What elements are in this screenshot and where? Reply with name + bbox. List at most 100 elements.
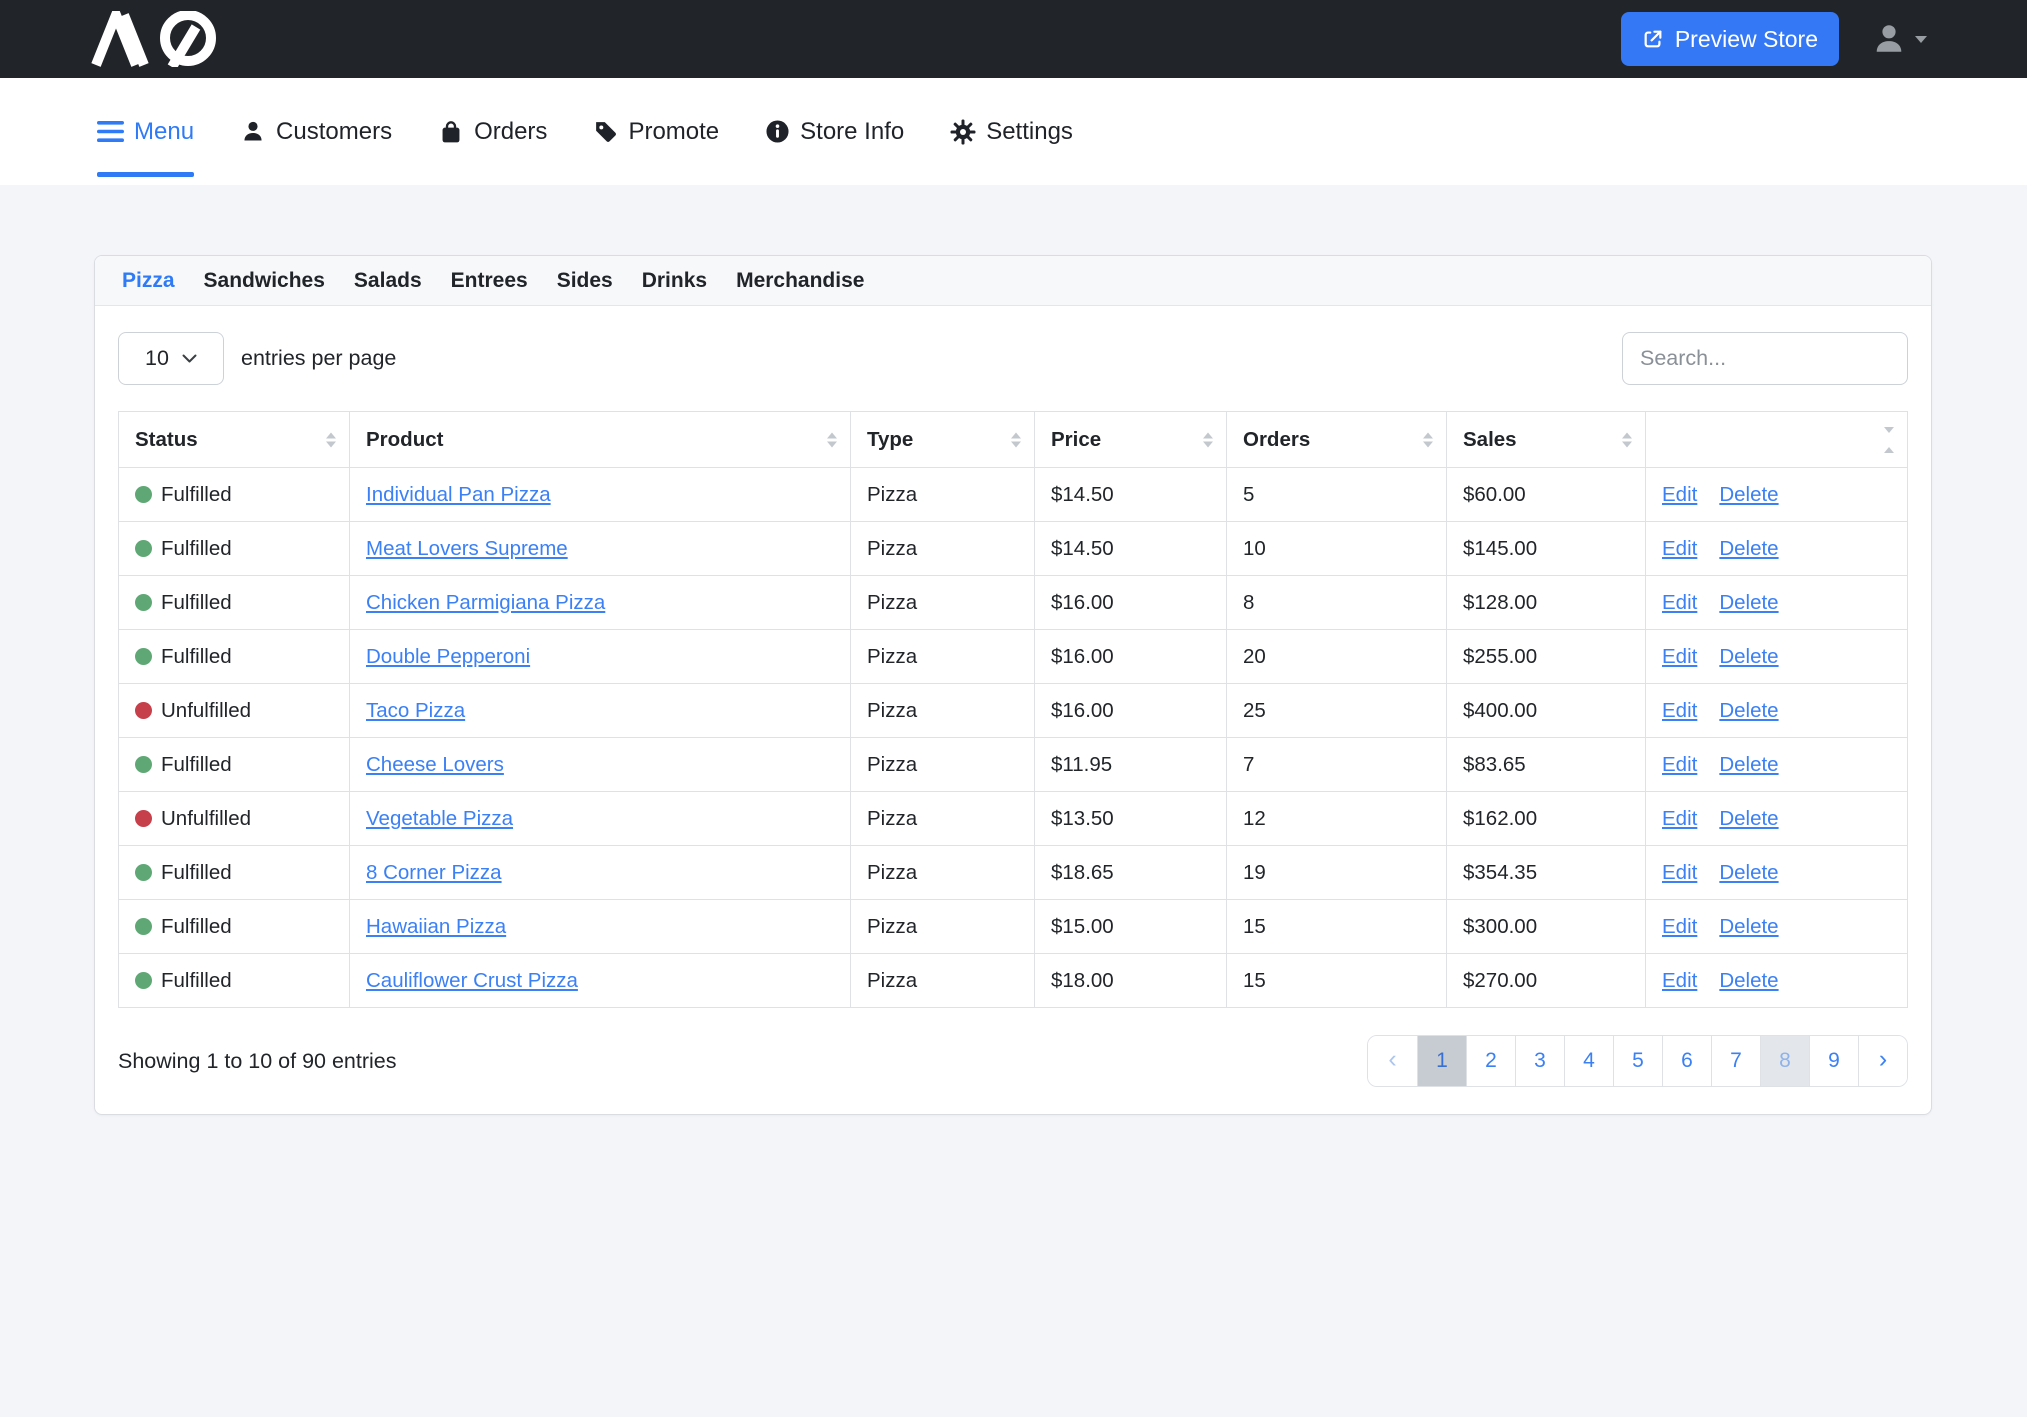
page-button[interactable]: ‹ bbox=[1368, 1036, 1417, 1086]
orders-cell: 8 bbox=[1227, 576, 1447, 630]
page-button[interactable]: 7 bbox=[1711, 1036, 1760, 1086]
price-cell: $18.00 bbox=[1035, 954, 1227, 1008]
actions-cell: Edit Delete bbox=[1646, 846, 1908, 900]
tab-drinks[interactable]: Drinks bbox=[642, 269, 707, 293]
col-orders[interactable]: Orders bbox=[1227, 412, 1447, 468]
edit-link[interactable]: Edit bbox=[1662, 915, 1697, 938]
sales-cell: $60.00 bbox=[1447, 468, 1646, 522]
sales-cell: $83.65 bbox=[1447, 738, 1646, 792]
product-cell: Vegetable Pizza bbox=[350, 792, 851, 846]
product-link[interactable]: Meat Lovers Supreme bbox=[366, 537, 568, 560]
col-status[interactable]: Status bbox=[119, 412, 350, 468]
orders-cell: 20 bbox=[1227, 630, 1447, 684]
edit-link[interactable]: Edit bbox=[1662, 537, 1697, 560]
preview-store-button[interactable]: Preview Store bbox=[1621, 12, 1839, 66]
col-label: Product bbox=[366, 428, 443, 451]
nav-label: Menu bbox=[134, 118, 194, 146]
product-link[interactable]: Individual Pan Pizza bbox=[366, 483, 551, 506]
edit-link[interactable]: Edit bbox=[1662, 591, 1697, 614]
tab-pizza[interactable]: Pizza bbox=[122, 269, 175, 293]
nav-item-orders[interactable]: Orders bbox=[438, 118, 547, 146]
col-type[interactable]: Type bbox=[851, 412, 1035, 468]
delete-link[interactable]: Delete bbox=[1719, 591, 1778, 614]
edit-link[interactable]: Edit bbox=[1662, 969, 1697, 992]
delete-link[interactable]: Delete bbox=[1719, 807, 1778, 830]
sort-icon bbox=[326, 432, 336, 447]
status-label: Fulfilled bbox=[161, 915, 232, 938]
product-cell: Meat Lovers Supreme bbox=[350, 522, 851, 576]
edit-link[interactable]: Edit bbox=[1662, 807, 1697, 830]
edit-link[interactable]: Edit bbox=[1662, 699, 1697, 722]
orders-cell: 10 bbox=[1227, 522, 1447, 576]
nav-item-promote[interactable]: Promote bbox=[593, 118, 719, 146]
page-button[interactable]: 4 bbox=[1564, 1036, 1613, 1086]
delete-link[interactable]: Delete bbox=[1719, 861, 1778, 884]
delete-link[interactable]: Delete bbox=[1719, 699, 1778, 722]
tab-entrees[interactable]: Entrees bbox=[451, 269, 528, 293]
hamburger-icon bbox=[97, 121, 124, 142]
account-dropdown[interactable] bbox=[1871, 21, 1927, 57]
status-label: Fulfilled bbox=[161, 861, 232, 884]
page-button[interactable]: 9 bbox=[1809, 1036, 1858, 1086]
product-link[interactable]: 8 Corner Pizza bbox=[366, 861, 502, 884]
tab-salads[interactable]: Salads bbox=[354, 269, 422, 293]
sales-cell: $128.00 bbox=[1447, 576, 1646, 630]
type-cell: Pizza bbox=[851, 846, 1035, 900]
col-price[interactable]: Price bbox=[1035, 412, 1227, 468]
nav-item-customers[interactable]: Customers bbox=[240, 118, 392, 146]
logo-mq-icon bbox=[90, 11, 248, 67]
price-cell: $18.65 bbox=[1035, 846, 1227, 900]
status-label: Fulfilled bbox=[161, 483, 232, 506]
sales-cell: $270.00 bbox=[1447, 954, 1646, 1008]
col-sales[interactable]: Sales bbox=[1447, 412, 1646, 468]
product-link[interactable]: Double Pepperoni bbox=[366, 645, 530, 668]
page-button[interactable]: 1 bbox=[1417, 1036, 1466, 1086]
product-link[interactable]: Hawaiian Pizza bbox=[366, 915, 506, 938]
product-link[interactable]: Taco Pizza bbox=[366, 699, 465, 722]
nav-item-store-info[interactable]: Store Info bbox=[765, 118, 904, 146]
price-cell: $16.00 bbox=[1035, 576, 1227, 630]
edit-link[interactable]: Edit bbox=[1662, 483, 1697, 506]
nav-item-menu[interactable]: Menu bbox=[97, 118, 194, 146]
page-button[interactable]: 2 bbox=[1466, 1036, 1515, 1086]
actions-cell: Edit Delete bbox=[1646, 630, 1908, 684]
product-link[interactable]: Vegetable Pizza bbox=[366, 807, 513, 830]
status-cell: Unfulfilled bbox=[119, 792, 350, 846]
nav-item-settings[interactable]: Settings bbox=[950, 118, 1073, 146]
product-link[interactable]: Chicken Parmigiana Pizza bbox=[366, 591, 605, 614]
product-link[interactable]: Cheese Lovers bbox=[366, 753, 504, 776]
status-cell: Fulfilled bbox=[119, 846, 350, 900]
col-actions[interactable] bbox=[1646, 412, 1908, 468]
actions-cell: Edit Delete bbox=[1646, 900, 1908, 954]
page-button[interactable]: 3 bbox=[1515, 1036, 1564, 1086]
sort-icon bbox=[1423, 432, 1433, 447]
page-button[interactable]: 6 bbox=[1662, 1036, 1711, 1086]
type-cell: Pizza bbox=[851, 792, 1035, 846]
status-label: Fulfilled bbox=[161, 969, 232, 992]
delete-link[interactable]: Delete bbox=[1719, 969, 1778, 992]
tab-sandwiches[interactable]: Sandwiches bbox=[204, 269, 325, 293]
entries-per-page-select[interactable]: 10 bbox=[118, 332, 224, 385]
delete-link[interactable]: Delete bbox=[1719, 645, 1778, 668]
edit-link[interactable]: Edit bbox=[1662, 861, 1697, 884]
page-button[interactable]: 5 bbox=[1613, 1036, 1662, 1086]
tab-sides[interactable]: Sides bbox=[557, 269, 613, 293]
tab-merchandise[interactable]: Merchandise bbox=[736, 269, 864, 293]
delete-link[interactable]: Delete bbox=[1719, 915, 1778, 938]
product-link[interactable]: Cauliflower Crust Pizza bbox=[366, 969, 578, 992]
edit-link[interactable]: Edit bbox=[1662, 753, 1697, 776]
store-logo[interactable] bbox=[90, 11, 248, 67]
delete-link[interactable]: Delete bbox=[1719, 483, 1778, 506]
status-dot bbox=[135, 702, 152, 719]
page-button[interactable]: › bbox=[1858, 1036, 1907, 1086]
col-product[interactable]: Product bbox=[350, 412, 851, 468]
delete-link[interactable]: Delete bbox=[1719, 753, 1778, 776]
status-dot bbox=[135, 594, 152, 611]
status-label: Fulfilled bbox=[161, 537, 232, 560]
table-body: Fulfilled Individual Pan Pizza Pizza $14… bbox=[119, 468, 1908, 1008]
edit-link[interactable]: Edit bbox=[1662, 645, 1697, 668]
delete-link[interactable]: Delete bbox=[1719, 537, 1778, 560]
page-button[interactable]: 8 bbox=[1760, 1036, 1809, 1086]
search-input[interactable] bbox=[1622, 332, 1908, 385]
menu-card: Pizza Sandwiches Salads Entrees Sides Dr… bbox=[94, 255, 1932, 1115]
